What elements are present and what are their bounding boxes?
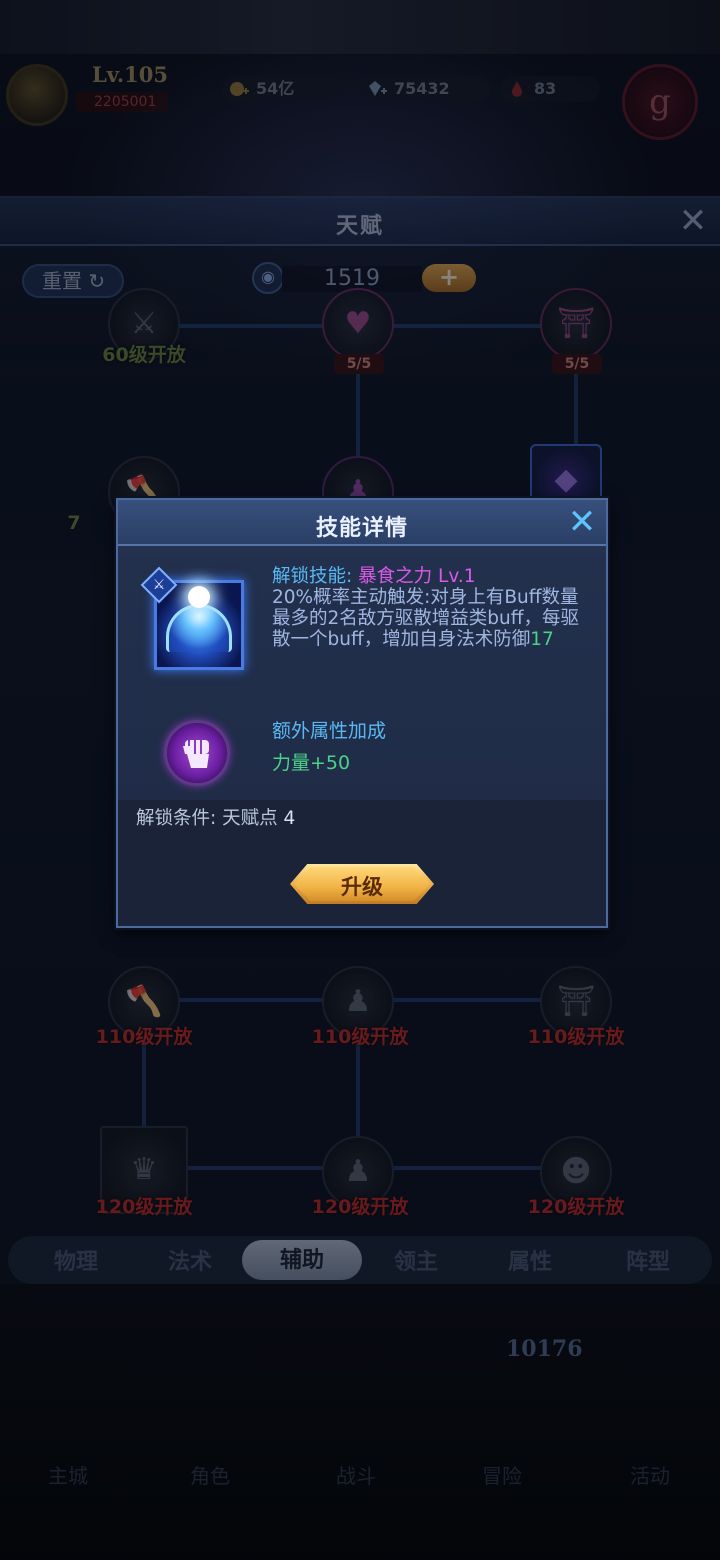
extra-bonus-value: 力量+50 <box>272 752 351 774</box>
shield-dome-skill-icon: ⚔ <box>140 566 252 678</box>
extra-bonus-title: 额外属性加成 <box>272 720 387 742</box>
skill-value: 17 <box>530 629 554 650</box>
upgrade-button[interactable]: 升级 <box>290 864 434 904</box>
fist-glyph <box>183 740 209 768</box>
unlock-condition-label: 解锁条件: 天赋点 <box>136 808 284 829</box>
upgrade-label: 升级 <box>341 874 383 899</box>
skill-name: 暴食之力 Lv.1 <box>358 566 476 587</box>
unlock-condition: 解锁条件: 天赋点 4 <box>136 804 295 830</box>
unlock-condition-value: 4 <box>283 808 296 829</box>
close-icon[interactable]: ✕ <box>564 505 600 542</box>
unlock-skill-label: 解锁技能: <box>272 566 359 587</box>
modal-title: 技能详情 <box>315 516 408 541</box>
skill-detail-modal: 技能详情 ✕ ⚔ 解锁技能: 暴食之力 Lv.1 20%概率主动触发:对身上有B… <box>116 498 608 928</box>
fist-icon <box>164 720 230 786</box>
star-glow <box>188 586 210 608</box>
skill-description-block: 解锁技能: 暴食之力 Lv.1 20%概率主动触发:对身上有Buff数量最多的2… <box>272 566 582 650</box>
